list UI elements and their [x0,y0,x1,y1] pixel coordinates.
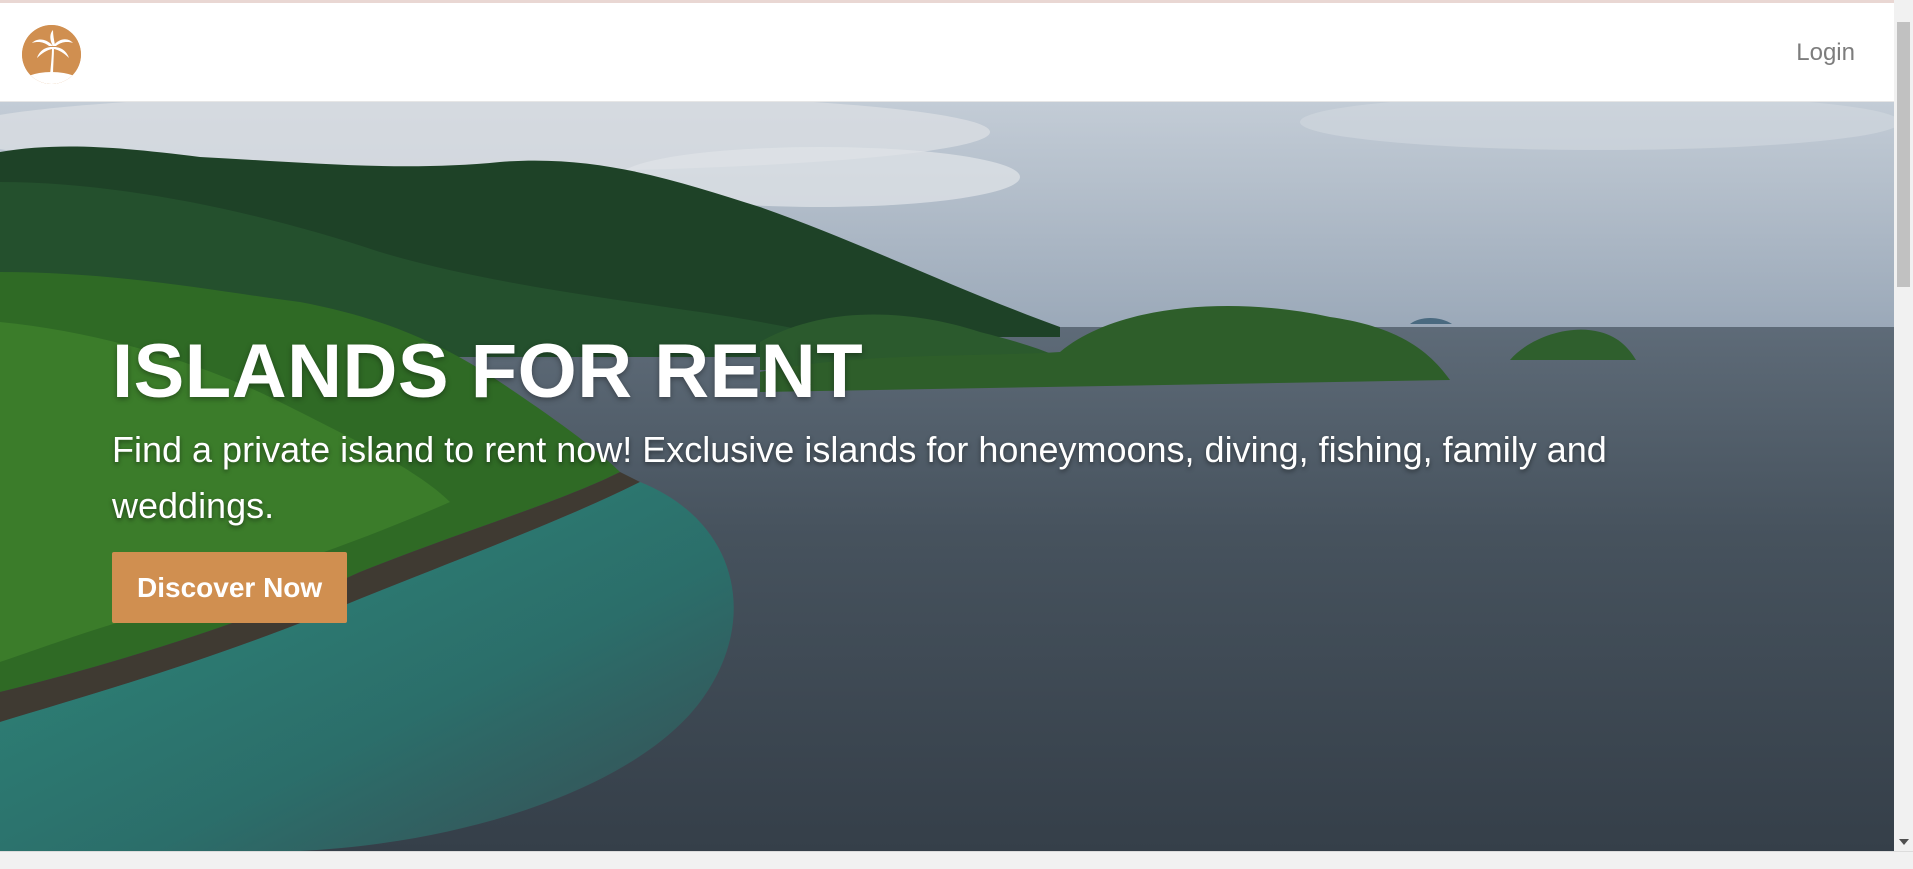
hero-subtitle: Find a private island to rent now! Exclu… [112,429,1607,526]
scroll-down-arrow-icon[interactable] [1899,839,1909,845]
hero-title: ISLANDS FOR RENT [112,329,864,414]
discover-now-button[interactable]: Discover Now [112,552,348,623]
hero-section: ISLANDS FOR RENT Find a private island t… [0,102,1894,851]
navbar: Login [0,3,1894,102]
vertical-scrollbar[interactable] [1894,0,1913,851]
login-link[interactable]: Login [1796,39,1855,67]
horizontal-scrollbar[interactable] [0,851,1913,869]
palm-tree-icon[interactable] [22,25,81,84]
hero-content: ISLANDS FOR RENT Find a private island t… [112,334,1752,623]
scrollbar-thumb[interactable] [1897,22,1910,287]
